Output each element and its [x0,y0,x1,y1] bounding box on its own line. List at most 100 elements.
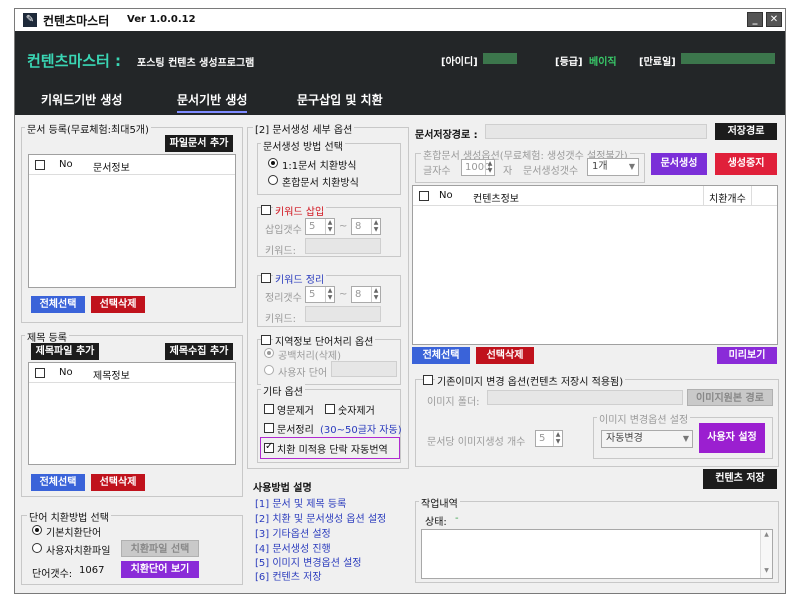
usage-title: 사용방법 설명 [253,483,312,494]
image-options-checkbox[interactable] [423,375,433,385]
content-select-all-button[interactable]: 전체선택 [412,347,470,364]
content-list[interactable]: No 컨텐츠정보 치환개수 [412,185,778,345]
gen-count-select[interactable]: 1개 ▼ [587,158,639,176]
clean-max-value: 8 [355,289,362,300]
insert-keyword-input[interactable] [305,238,381,254]
add-file-doc-button[interactable]: 파일문서 추가 [165,135,233,152]
method-1to1-radio[interactable] [268,158,278,168]
insert-max-spinner[interactable]: 8 ▲ ▼ [351,218,381,235]
spinner-arrows-icon: ▲ ▼ [553,431,562,446]
usage-step-3: [3] 기타옵션 설정 [255,529,331,540]
spinner-arrows-icon: ▲ ▼ [371,219,380,234]
tab-phrase-insert[interactable]: 문구삽입 및 치환 [297,91,383,108]
auto-translate-checkbox[interactable] [264,441,274,453]
app-subtitle: 포스팅 컨텐츠 생성프로그램 [137,58,255,69]
doc-select-all-button[interactable]: 전체선택 [31,296,85,313]
clean-keyword-label: 키워드: [265,314,296,325]
region-checkbox[interactable] [261,335,271,345]
doc-select-all-checkbox[interactable] [35,160,45,170]
expiry-label: [만료일] [639,57,676,68]
content-col-no: No [439,190,453,201]
tab-keyword-generate[interactable]: 키워드기반 생성 [41,91,122,108]
log-scrollbar[interactable]: ▲ ▼ [760,530,772,578]
grade-label: [등급] [555,57,583,68]
content-col-replace: 치환개수 [709,194,746,205]
doc-list[interactable]: No 문서정보 [28,154,236,288]
content-select-all-checkbox[interactable] [419,191,429,201]
title-collect-button[interactable]: 제목수집 추가 [165,343,233,360]
title-select-all-button[interactable]: 전체선택 [31,474,85,491]
keyword-insert-checkbox[interactable] [261,205,271,215]
minimize-button[interactable]: _ [747,12,763,27]
chevron-down-icon: ▼ [682,434,689,443]
char-unit: 자 [503,166,513,177]
region-space-label: 공백처리(삭제) [278,351,342,362]
spinner-arrows-icon: ▲ ▼ [325,219,334,234]
tab-bar: 키워드기반 생성 문서기반 생성 문구삽입 및 치환 [15,87,785,115]
spinner-arrows-icon: ▲ ▼ [371,287,380,302]
clean-min-spinner[interactable]: 5 ▲ ▼ [305,286,335,303]
word-user-radio[interactable] [32,543,42,553]
method-mixed-radio[interactable] [268,175,278,185]
region-space-radio[interactable] [264,348,274,358]
keyword-insert-label: 키워드 삽입 [273,203,327,218]
keyword-clean-checkbox[interactable] [261,273,271,283]
select-replace-file-button[interactable]: 치환파일 선택 [121,540,199,557]
insert-max-value: 8 [355,221,362,232]
generate-doc-button[interactable]: 문서생성 [651,153,707,175]
app-logo-icon: ✎ [23,13,37,27]
remove-number-checkbox[interactable] [325,404,335,414]
title-register-label: 제목 등록 [25,329,69,344]
tab-document-generate[interactable]: 문서기반 생성 [177,91,248,113]
app-title: 컨텐츠마스터 : [27,52,122,70]
close-button[interactable]: ✕ [766,12,782,27]
region-user-input[interactable] [331,361,397,377]
title-delete-selected-button[interactable]: 선택삭제 [91,474,145,491]
title-bar: ✎ 컨텐츠마스터 Ver 1.0.0.12 _ ✕ [15,9,785,31]
word-basic-radio[interactable] [32,525,42,535]
save-content-button[interactable]: 컨텐츠 저장 [703,469,777,489]
save-path-input[interactable] [485,124,707,139]
expiry-value-redacted [681,53,775,64]
grade-value: 베이직 [589,57,617,68]
title-col-no: No [59,367,73,378]
gen-count-label: 문서생성갯수 [523,166,579,177]
doc-tidy-checkbox[interactable] [264,423,274,433]
word-replace-label: 단어 치환방법 선택 [27,509,111,524]
title-list[interactable]: No 제목정보 [28,362,236,465]
image-folder-input[interactable] [487,390,683,405]
char-count-spinner[interactable]: 1000 ▲ ▼ [461,159,495,176]
status-value: - [455,513,459,524]
method-1to1-label: 1:1문서 치환방식 [282,161,357,172]
spinner-arrows-icon: ▲ ▼ [325,287,334,302]
image-options-label: 기존이미지 변경 옵션(컨텐츠 저장시 적용됨) [435,373,626,388]
chevron-down-icon: ▼ [628,162,635,171]
per-doc-spinner[interactable]: 5 ▲ ▼ [535,430,563,447]
gen-count-value: 1개 [592,161,608,172]
stop-generate-button[interactable]: 생성중지 [715,153,777,175]
clean-keyword-input[interactable] [305,306,381,322]
image-path-button[interactable]: 이미지원본 경로 [687,389,773,406]
insert-min-spinner[interactable]: 5 ▲ ▼ [305,218,335,235]
image-mode-select[interactable]: 자동변경 ▼ [601,430,693,448]
clean-min-value: 5 [309,289,316,300]
insert-tilde: ~ [339,221,348,232]
clean-max-spinner[interactable]: 8 ▲ ▼ [351,286,381,303]
region-user-label: 사용자 단어 [278,368,328,379]
title-select-all-checkbox[interactable] [35,368,45,378]
region-user-radio[interactable] [264,365,274,375]
save-path-button[interactable]: 저장경로 [715,123,777,140]
content-delete-selected-button[interactable]: 선택삭제 [476,347,534,364]
user-setting-button[interactable]: 사용자 설정 [699,423,765,453]
method-mixed-label: 혼합문서 치환방식 [282,178,359,189]
content-list-header: No 컨텐츠정보 치환개수 [413,186,777,206]
remove-english-checkbox[interactable] [264,404,274,414]
doc-delete-selected-button[interactable]: 선택삭제 [91,296,145,313]
usage-step-1: [1] 문서 및 제목 등록 [255,499,347,510]
view-replace-words-button[interactable]: 치환단어 보기 [121,561,199,578]
title-file-add-button[interactable]: 제목파일 추가 [31,343,99,360]
keyword-clean-label: 키워드 정리 [273,271,327,286]
work-log-textarea[interactable]: ▲ ▼ [421,529,773,579]
image-folder-label: 이미지 폴더: [427,397,480,408]
preview-button[interactable]: 미리보기 [717,347,777,364]
